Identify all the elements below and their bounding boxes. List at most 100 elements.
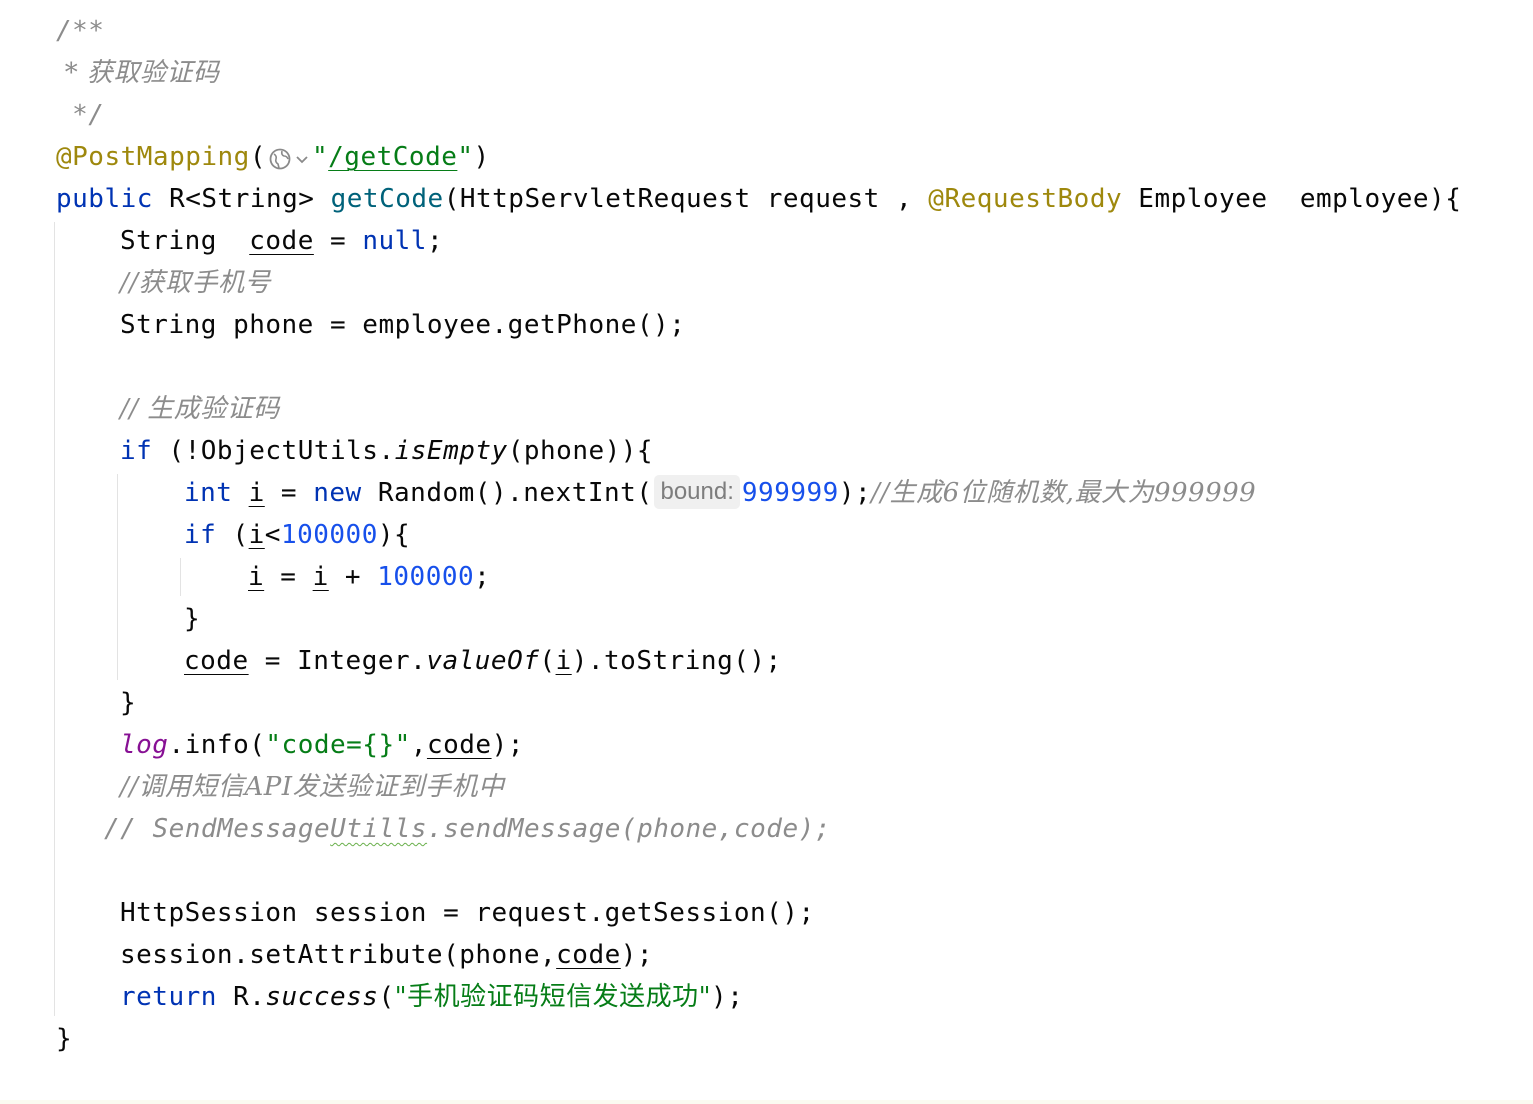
keyword: if	[184, 520, 217, 550]
code-token: (!ObjectUtils.	[152, 436, 395, 466]
code-line: public R<String> getCode(HttpServletRequ…	[56, 178, 1461, 220]
code-line: }	[56, 1018, 72, 1060]
code-token: );	[838, 478, 872, 508]
keyword: null	[362, 226, 427, 256]
code-token: );	[491, 730, 524, 760]
code-line: }	[184, 598, 200, 640]
reassigned-variable: code	[249, 226, 314, 256]
code-token: = Integer.	[248, 646, 427, 676]
annotation: @RequestBody	[928, 184, 1123, 214]
code-token: ,	[410, 730, 427, 760]
indent-guide	[54, 222, 55, 1016]
reassigned-variable: i	[312, 562, 329, 592]
static-method: valueOf	[426, 646, 540, 676]
code-line: if (!ObjectUtils.isEmpty(phone)){	[120, 430, 653, 472]
code-token: }	[184, 604, 201, 634]
string-literal: "code={}"	[265, 730, 411, 760]
code-token: String	[120, 226, 250, 256]
static-method: success	[265, 982, 379, 1012]
code-token: HttpSession session = request.getSession…	[120, 898, 815, 928]
keyword: new	[313, 478, 362, 508]
code-token: (	[539, 646, 556, 676]
method-name[interactable]: getCode	[331, 184, 444, 214]
code-token: (phone)){	[507, 436, 654, 466]
code-token: );	[711, 982, 744, 1012]
code-line: // SendMessageUtills.sendMessage(phone,c…	[104, 808, 831, 850]
chevron-down-icon	[294, 151, 310, 167]
url-inlay-hint[interactable]	[268, 144, 310, 174]
code-token: (	[378, 982, 395, 1012]
code-token: Employee employee){	[1122, 184, 1462, 214]
code-token: )	[473, 142, 490, 172]
reassigned-variable: i	[248, 478, 265, 508]
code-token: ).toString();	[571, 646, 782, 676]
doc-comment: * 获取验证码	[56, 58, 220, 88]
code-token: =	[264, 562, 313, 592]
code-line: // 生成验证码	[120, 388, 280, 430]
string-literal: "手机验证码短信发送成功"	[394, 982, 712, 1012]
typo-highlight[interactable]: Utills	[330, 814, 427, 844]
code-token: =	[264, 478, 314, 508]
code-token: =	[313, 226, 363, 256]
annotation: @PostMapping	[56, 142, 250, 172]
code-token: session.setAttribute(phone,	[120, 940, 557, 970]
reassigned-variable: i	[555, 646, 572, 676]
code-token: );	[620, 940, 654, 970]
code-token: Random().nextInt(	[361, 478, 653, 508]
number-literal: 100000	[280, 520, 378, 550]
code-line: return R.success("手机验证码短信发送成功");	[120, 976, 743, 1018]
number-literal: 100000	[377, 562, 475, 592]
code-token: (	[249, 142, 266, 172]
code-line: String phone = employee.getPhone();	[120, 304, 685, 346]
code-token: <	[264, 520, 281, 550]
code-line: * 获取验证码	[56, 52, 220, 94]
code-token: }	[120, 688, 137, 718]
code-line: i = i + 100000;	[248, 556, 490, 598]
indent-guide	[117, 474, 118, 680]
code-editor[interactable]: /** * 获取验证码 */ @PostMapping("/getCode") …	[0, 0, 1533, 1100]
reassigned-variable: code	[556, 940, 621, 970]
reassigned-variable: code	[426, 730, 492, 760]
static-method: isEmpty	[394, 436, 508, 466]
code-token: String phone = employee.getPhone();	[120, 310, 686, 340]
doc-comment: */	[56, 100, 105, 130]
keyword: int	[184, 478, 233, 508]
code-line: code = Integer.valueOf(i).toString();	[184, 640, 782, 682]
number-literal: 999999	[741, 478, 839, 508]
line-comment: // 生成验证码	[120, 394, 280, 424]
code-token: }	[56, 1024, 73, 1054]
code-line: session.setAttribute(phone,code);	[120, 934, 653, 976]
code-token: ){	[377, 520, 411, 550]
parameter-hint: bound:	[654, 475, 740, 509]
code-line: }	[120, 682, 136, 724]
line-comment: //获取手机号	[120, 268, 272, 298]
code-token: ;	[426, 226, 444, 256]
code-line: //调用短信API发送验证到手机中	[120, 766, 505, 808]
code-token: R<String>	[152, 184, 331, 214]
editor-bottom-border	[0, 1100, 1533, 1104]
url-link[interactable]: /getCode	[328, 142, 457, 172]
keyword: if	[120, 436, 153, 466]
code-line: @PostMapping( "/getCode")	[56, 136, 490, 178]
code-line: String code = null;	[120, 220, 443, 262]
code-token: R.	[216, 982, 266, 1012]
code-token: (HttpServletRequest request ,	[443, 184, 929, 214]
code-line: /**	[56, 10, 104, 52]
globe-icon	[268, 147, 292, 171]
reassigned-variable: i	[248, 520, 265, 550]
doc-comment: /**	[56, 16, 105, 46]
keyword: return	[120, 982, 217, 1012]
code-token: ;	[474, 562, 491, 592]
code-token: "	[312, 142, 329, 172]
code-line: log.info("code={}",code);	[120, 724, 524, 766]
code-line: //获取手机号	[120, 262, 271, 304]
code-token: +	[328, 562, 378, 592]
code-token: .info(	[168, 730, 266, 760]
code-line: if (i<100000){	[184, 514, 410, 556]
keyword: public	[56, 184, 153, 214]
code-token: "	[457, 142, 474, 172]
line-comment: .sendMessage(phone,code);	[427, 814, 831, 844]
code-line: HttpSession session = request.getSession…	[120, 892, 815, 934]
reassigned-variable: code	[184, 646, 249, 676]
